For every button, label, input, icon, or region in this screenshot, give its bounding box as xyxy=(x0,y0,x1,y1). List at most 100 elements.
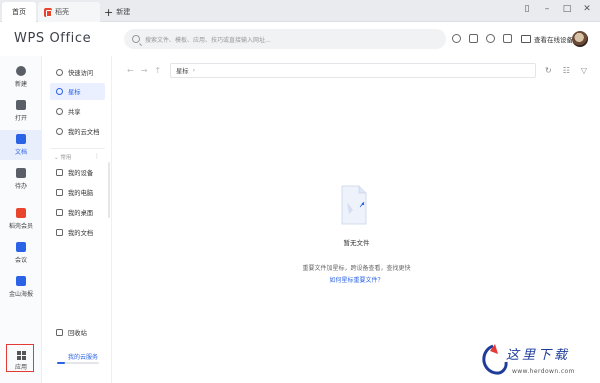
side-item-cloud-docs[interactable]: 我的云文档 xyxy=(50,123,105,140)
rail-label: 稻壳会员 xyxy=(8,223,33,230)
watermark-text: 这里下载 xyxy=(506,348,571,363)
plus-circle-icon xyxy=(16,66,26,76)
rail-item-apps[interactable]: 应用 xyxy=(0,347,42,371)
new-tab-button[interactable]: + 新建 xyxy=(104,2,130,22)
rail-label: 文档 xyxy=(14,149,27,156)
search-icon xyxy=(132,35,140,43)
nav-arrows: ← → ↑ xyxy=(127,66,161,75)
cloud-storage-bar xyxy=(57,362,99,364)
folder-icon xyxy=(16,100,26,110)
app-logo: WPS Office xyxy=(14,31,92,46)
side-item-label: 星标 xyxy=(68,89,81,96)
headset-icon[interactable] xyxy=(452,34,461,43)
filter-icon[interactable]: ▽ xyxy=(581,66,587,75)
window-controls: ▯ – □ ✕ xyxy=(522,4,592,14)
rail-label: 打开 xyxy=(14,115,27,122)
tab-bar: 首页 稻壳 + 新建 ▯ – □ ✕ xyxy=(0,0,600,22)
breadcrumb[interactable]: 星标 › xyxy=(170,63,536,78)
apps-grid-icon xyxy=(16,351,26,360)
forward-arrow-icon[interactable]: → xyxy=(141,66,148,75)
up-arrow-icon[interactable]: ↑ xyxy=(154,66,161,75)
group-common-label[interactable]: ⌄ 常用 xyxy=(54,153,71,161)
rail-item-meeting[interactable]: 会议 xyxy=(0,242,42,264)
side-item-recycle-bin[interactable]: 回收站 xyxy=(50,324,105,341)
side-item-my-devices[interactable]: 我的设备 xyxy=(50,164,105,181)
docer-icon xyxy=(16,208,26,218)
plus-icon: + xyxy=(104,5,114,19)
minimize-icon[interactable]: – xyxy=(542,4,552,14)
settings-icon[interactable] xyxy=(486,34,495,43)
computer-icon xyxy=(56,189,63,196)
tab-docer-label: 稻壳 xyxy=(55,8,69,16)
tab-home-label: 首页 xyxy=(12,8,26,16)
monitor-icon xyxy=(521,35,531,43)
rail-label: 待办 xyxy=(14,183,27,190)
rail-item-poster[interactable]: 金山海报 xyxy=(0,276,42,298)
refresh-icon[interactable]: ↻ xyxy=(545,66,552,75)
check-icon xyxy=(16,168,26,178)
help-link[interactable]: 如何星标重要文件？ xyxy=(113,275,600,284)
side-item-starred[interactable]: 星标 xyxy=(50,83,105,100)
main-toolbar: ↻ ☷ ▽ xyxy=(545,66,587,75)
sidebar-scrollbar[interactable] xyxy=(108,162,110,218)
chevron-right-icon: › xyxy=(192,67,196,74)
folder-icon xyxy=(56,229,63,236)
side-item-my-desktop[interactable]: 我的桌面 xyxy=(50,204,105,221)
rail-item-docer-member[interactable]: 稻壳会员 xyxy=(0,208,42,230)
side-item-my-documents[interactable]: 我的文档 xyxy=(50,224,105,241)
side-item-quick-access[interactable]: 快速访问 xyxy=(50,64,105,81)
header: WPS Office 搜索文件、模板、应用、技巧或直接输入网址... 查看在线设… xyxy=(0,22,600,56)
shirt-icon[interactable] xyxy=(469,34,478,43)
divider xyxy=(50,148,105,149)
side-item-label: 我的云文档 xyxy=(68,129,100,136)
side-item-label: 快速访问 xyxy=(68,70,94,77)
breadcrumb-item[interactable]: 星标 xyxy=(176,66,189,75)
watermark: 这里下载 www.herdown.com xyxy=(478,340,596,382)
watermark-url: www.herdown.com xyxy=(512,368,575,375)
close-icon[interactable]: ✕ xyxy=(582,4,592,14)
secondary-sidebar: 快速访问 星标 共享 我的云文档 ⌄ 常用 ⋮ 我的设备 我的电脑 我的桌面 我… xyxy=(42,56,112,383)
side-item-label: 我的桌面 xyxy=(68,210,94,217)
rail-label: 新建 xyxy=(14,81,27,88)
rail-item-open[interactable]: 打开 xyxy=(0,100,42,122)
left-rail: 新建 打开 文档 待办 稻壳会员 会议 金山海报 应用 xyxy=(0,56,42,383)
side-item-label: 我的文档 xyxy=(68,230,94,237)
side-item-my-computer[interactable]: 我的电脑 xyxy=(50,184,105,201)
rail-label: 应用 xyxy=(14,364,27,371)
lightning-icon xyxy=(56,69,63,76)
online-devices-label: 查看在线设备 xyxy=(534,36,573,44)
rail-item-new[interactable]: 新建 xyxy=(0,66,42,88)
tab-home[interactable]: 首页 xyxy=(2,2,36,22)
watermark-logo-icon xyxy=(482,344,508,375)
cloud-icon xyxy=(56,128,63,135)
cloud-service-link[interactable]: 我的云服务 xyxy=(68,352,98,361)
more-icon[interactable]: ⋮ xyxy=(94,153,100,160)
rail-item-documents[interactable]: 文档 xyxy=(0,130,42,160)
main-panel: ← → ↑ 星标 › ↻ ☷ ▽ 暂无文件 重要文件加星标，跨设备查看，查找更快… xyxy=(113,56,600,383)
back-arrow-icon[interactable]: ← xyxy=(127,66,134,75)
rail-label: 会议 xyxy=(14,257,27,264)
poster-icon xyxy=(16,276,26,286)
trash-icon xyxy=(56,329,63,336)
side-item-label: 我的设备 xyxy=(68,170,94,177)
new-tab-label: 新建 xyxy=(116,8,131,16)
side-item-shared[interactable]: 共享 xyxy=(50,103,105,120)
maximize-icon[interactable]: □ xyxy=(562,4,572,14)
view-toggle-icon[interactable]: ☷ xyxy=(563,66,570,75)
group-label: 常用 xyxy=(60,155,72,161)
star-icon xyxy=(56,88,63,95)
online-devices-button[interactable]: 查看在线设备 xyxy=(521,34,573,44)
tablet-mode-icon[interactable]: ▯ xyxy=(522,4,532,14)
side-item-label: 共享 xyxy=(68,109,81,116)
desktop-icon xyxy=(56,209,63,216)
document-icon xyxy=(16,134,26,144)
side-item-label: 我的电脑 xyxy=(68,190,94,197)
message-icon[interactable] xyxy=(503,34,512,43)
search-input[interactable]: 搜索文件、模板、应用、技巧或直接输入网址... xyxy=(124,29,446,49)
search-placeholder: 搜索文件、模板、应用、技巧或直接输入网址... xyxy=(145,36,271,44)
empty-title: 暂无文件 xyxy=(343,239,370,247)
docer-icon xyxy=(44,7,52,17)
avatar[interactable] xyxy=(572,31,588,47)
rail-item-todo[interactable]: 待办 xyxy=(0,168,42,190)
tab-docer[interactable]: 稻壳 xyxy=(38,2,100,22)
